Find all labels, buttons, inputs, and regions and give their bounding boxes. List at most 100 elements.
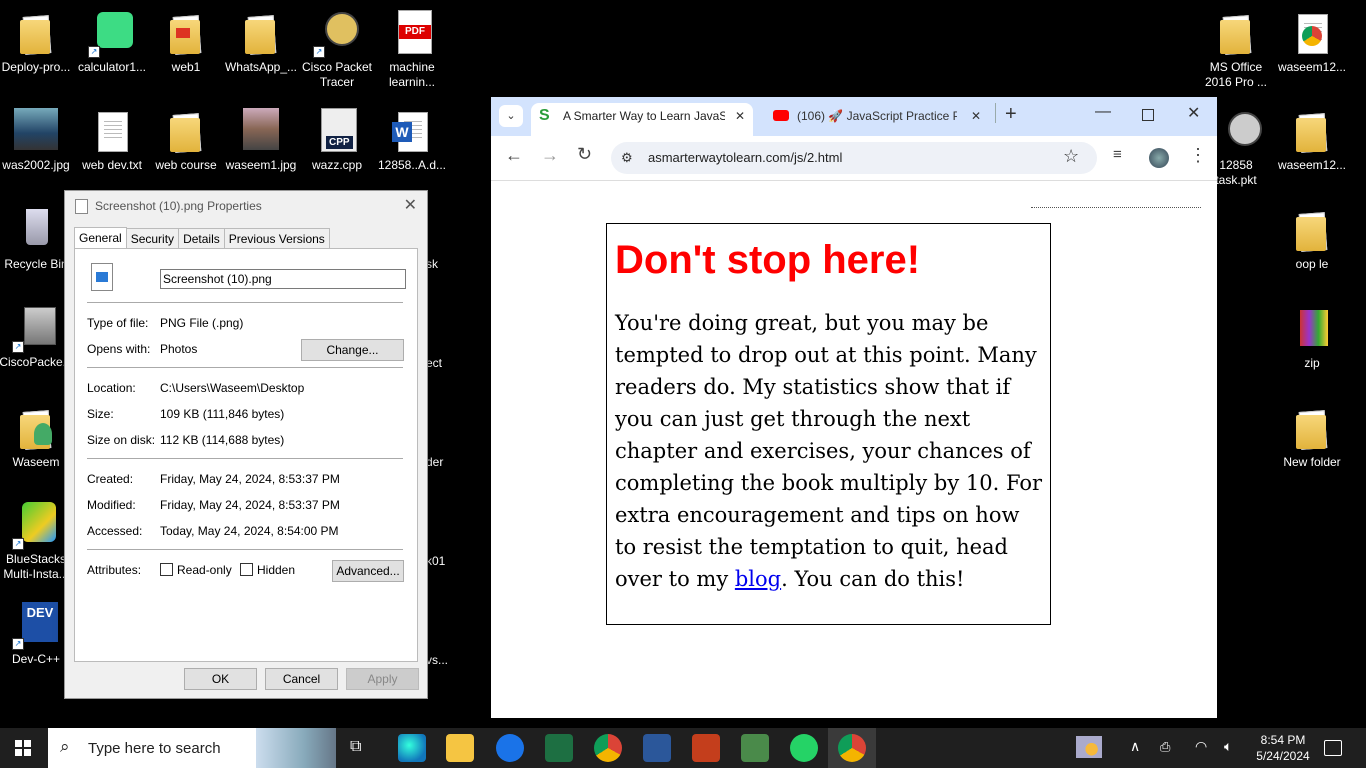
installer-icon [24,307,56,345]
search-placeholder: Type here to search [88,740,221,757]
menu-kebab-icon[interactable]: ⋮ [1189,145,1207,166]
shortcut-arrow-icon: ↗ [88,46,100,58]
opens-value: Photos [160,342,198,356]
general-panel: Type of file: PNG File (.png) Opens with… [74,248,418,662]
clock[interactable]: 8:54 PM 5/24/2024 [1252,732,1314,764]
minimize-icon[interactable]: — [1095,103,1111,121]
chrome-taskbar-icon[interactable] [594,734,622,762]
whatsapp-icon[interactable] [790,734,818,762]
desktop-icon-waseem12-chrome[interactable]: waseem12... [1274,10,1350,75]
close-tab-icon[interactable]: ✕ [735,103,745,129]
network-icon[interactable]: ⎙ [1160,739,1170,755]
desktop-icon-waseem-folder[interactable]: Waseem [0,405,74,470]
desktop-icon-ciscopacket[interactable]: ↗ CiscoPacke... [0,305,74,370]
desktop-icon-deploy[interactable]: Deploy-pro... [0,10,74,75]
desktop-icon-oop-le[interactable]: oop le [1274,207,1350,272]
pdf-badge-icon [176,28,190,38]
close-tab-icon[interactable]: ✕ [971,103,981,129]
tab-smarter-way[interactable]: S A Smarter Way to Learn JavaSc ✕ [531,103,753,136]
modified-value: Friday, May 24, 2024, 8:53:37 PM [160,498,340,512]
close-window-icon[interactable]: ✕ [1187,103,1200,123]
tab-previous-versions[interactable]: Previous Versions [223,228,330,249]
wifi-icon[interactable]: ◠ [1195,738,1207,755]
forward-icon[interactable]: → [541,145,559,166]
desktop-icon-web1[interactable]: web1 [148,10,224,75]
apply-button[interactable]: Apply [346,668,419,690]
recycle-bin-icon [26,209,48,245]
desktop-icon-waseem12-folder[interactable]: waseem12... [1274,108,1350,173]
app-w-icon[interactable] [496,734,524,762]
dialog-title: Screenshot (10).png Properties [95,199,262,213]
advanced-button[interactable]: Advanced... [332,560,404,582]
task-view-icon[interactable]: ⧉ [350,738,361,756]
tab-title: (106) 🚀 JavaScript Practice Pr [797,109,957,123]
maximize-icon[interactable] [1142,109,1154,121]
media-controls-icon[interactable]: ≡ [1113,146,1122,163]
desktop-icon-devcpp[interactable]: DEV ↗ Dev-C++ [0,602,74,667]
back-icon[interactable]: ← [505,145,523,166]
excel-icon[interactable] [545,734,573,762]
edge-icon[interactable] [398,734,426,762]
change-button[interactable]: Change... [301,339,404,361]
image-thumbnail-icon [14,108,58,150]
desktop-icon-web-course[interactable]: web course [148,108,224,173]
desktop-icon-whatsapp[interactable]: WhatsApp_... [223,10,299,75]
content-box: Don't stop here! You're doing great, but… [606,223,1051,625]
windows-start-icon[interactable] [15,740,31,756]
tab-search-chevron-icon[interactable]: ⌄ [499,105,523,127]
readonly-checkbox[interactable]: Read-only [160,563,232,577]
opens-label: Opens with: [87,342,151,356]
desktop-icon-wazz-cpp[interactable]: CPP wazz.cpp [299,108,375,173]
desktop-icon-waseem1[interactable]: waseem1.jpg [223,108,299,173]
chevron-up-icon[interactable]: ∧ [1130,738,1140,755]
partial-label: der [426,455,444,469]
partial-label: k01 [426,554,446,568]
file-explorer-icon[interactable] [446,734,474,762]
desktop-icon-ms-office[interactable]: MS Office 2016 Pro ... [1198,10,1274,90]
taskbar-search-box[interactable]: ⌕ Type here to search [48,728,336,768]
desktop-icon-webdev-txt[interactable]: web dev.txt [74,108,150,173]
weather-icon[interactable] [1076,736,1102,758]
site-info-icon[interactable]: ⚙ [621,150,635,165]
bookmark-star-icon[interactable]: ☆ [1063,146,1079,167]
url-text[interactable]: asmarterwaytolearn.com/js/2.html [648,150,842,165]
tab-youtube[interactable]: (106) 🚀 JavaScript Practice Pr ✕ [761,103,986,136]
partial-label: ect [426,356,443,370]
app-green-icon[interactable] [741,734,769,762]
location-label: Location: [87,381,136,395]
word-taskbar-icon[interactable] [643,734,671,762]
volume-icon[interactable]: 🔈︎ [1224,738,1232,755]
ok-button[interactable]: OK [184,668,257,690]
tab-details[interactable]: Details [178,228,225,249]
dialog-titlebar[interactable]: Screenshot (10).png Properties ✕ [65,191,427,221]
desktop-icon-zip[interactable]: zip [1274,306,1350,371]
desktop-icon-recycle-bin[interactable]: Recycle Bin [0,207,74,272]
notifications-icon[interactable] [1324,740,1342,756]
address-bar[interactable]: ⚙ asmarterwaytolearn.com/js/2.html ☆ [611,142,1097,174]
desktop-icon-cisco-packet-tracer[interactable]: ↗ Cisco Packet Tracer [299,10,375,90]
hidden-checkbox[interactable]: Hidden [240,563,295,577]
close-icon[interactable]: ✕ [404,191,417,221]
reload-icon[interactable]: ↻ [577,144,592,165]
filename-field[interactable] [160,269,406,289]
blog-link[interactable]: blog [735,567,781,591]
shortcut-arrow-icon: ↗ [313,46,325,58]
body-text: You're doing great, but you may be tempt… [615,311,1043,591]
desktop-icon-new-folder[interactable]: New folder [1274,405,1350,470]
tab-general[interactable]: General [74,227,127,250]
cancel-button[interactable]: Cancel [265,668,338,690]
body-end: . You can do this! [781,567,965,591]
powerpoint-icon[interactable] [692,734,720,762]
desktop-icon-calculator[interactable]: ↗ calculator1... [74,10,150,75]
profile-avatar[interactable] [1149,148,1169,168]
active-chrome-taskbar-button[interactable] [828,728,876,768]
new-tab-icon[interactable]: + [1005,103,1017,126]
desktop-icon-word-doc[interactable]: W 12858..A.d... [374,108,450,173]
folder-icon [1296,118,1326,152]
desktop-icon-bluestacks[interactable]: ↗ BlueStacks Multi-Insta... [0,502,74,582]
modified-label: Modified: [87,498,136,512]
desktop-icon-machine-learning[interactable]: PDF machine learnin... [374,10,450,90]
desktop-icon-was2002[interactable]: was2002.jpg [0,108,74,173]
partial-label: vs... [426,653,449,667]
tab-security[interactable]: Security [125,228,180,249]
